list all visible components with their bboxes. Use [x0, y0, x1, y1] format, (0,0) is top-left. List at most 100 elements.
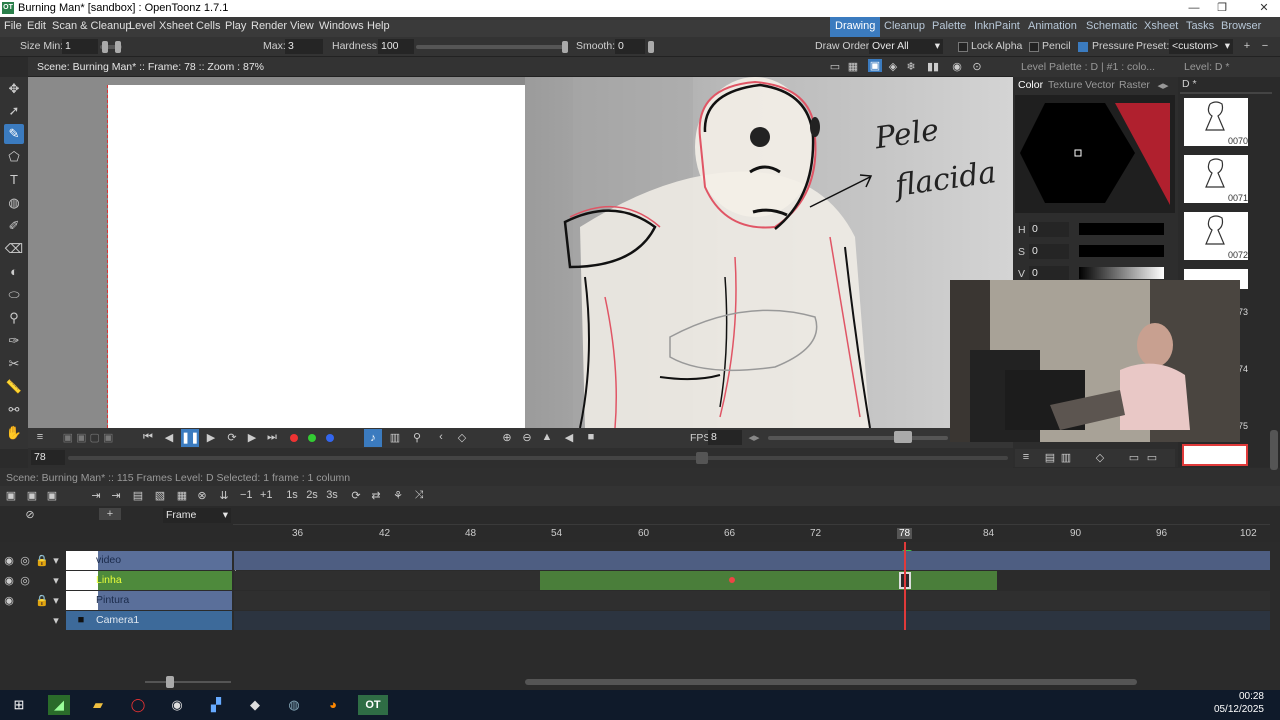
- step3-icon[interactable]: 3s: [326, 489, 338, 501]
- room-schematic[interactable]: Schematic: [1081, 17, 1142, 37]
- close-icon[interactable]: ✕: [1250, 0, 1278, 17]
- chevron-down-icon[interactable]: ▾: [51, 594, 61, 607]
- skeleton-tool-icon[interactable]: ⚯: [4, 400, 24, 420]
- zoom-icon[interactable]: ⚲: [410, 431, 424, 444]
- tab-color[interactable]: Color: [1018, 79, 1043, 91]
- menu-file[interactable]: File: [4, 20, 22, 32]
- level-frame-thumb[interactable]: [1184, 98, 1248, 136]
- size-max-handle[interactable]: [115, 41, 121, 53]
- current-frame-field[interactable]: 78: [31, 450, 65, 465]
- autoexpose-icon[interactable]: ⊗: [196, 489, 208, 502]
- room-drawing[interactable]: Drawing: [830, 17, 881, 37]
- tab-vector[interactable]: Vector: [1085, 79, 1115, 91]
- room-tasks[interactable]: Tasks: [1181, 17, 1219, 37]
- toggle-orientation-icon[interactable]: ⊘: [22, 508, 38, 521]
- file-explorer-icon[interactable]: ▰: [87, 695, 109, 715]
- random-icon[interactable]: ▦: [176, 489, 188, 502]
- value-slider[interactable]: [1079, 267, 1164, 279]
- column-header-camera[interactable]: [66, 611, 232, 630]
- krita-icon[interactable]: ▞: [205, 695, 227, 715]
- swap-icon[interactable]: ⇄: [370, 489, 382, 502]
- add-preset-icon[interactable]: +: [1240, 40, 1254, 52]
- animate-tool-icon[interactable]: ✥: [4, 79, 24, 99]
- blue-channel-icon[interactable]: [326, 434, 334, 442]
- step2-icon[interactable]: 2s: [306, 489, 318, 501]
- lock-alpha-checkbox[interactable]: [958, 42, 968, 52]
- camstand-visible-icon[interactable]: ◎: [19, 574, 31, 587]
- zoom-slider[interactable]: [145, 681, 231, 683]
- new-toonz-raster-icon[interactable]: ▣: [26, 489, 38, 502]
- saturation-slider[interactable]: [1079, 245, 1164, 257]
- first-frame-icon[interactable]: ⏮: [141, 431, 155, 444]
- max-field[interactable]: 3: [285, 39, 323, 54]
- pencil-checkbox[interactable]: [1029, 42, 1039, 52]
- fps-field[interactable]: 8: [708, 430, 742, 445]
- flip-icon[interactable]: ▲: [540, 431, 554, 443]
- preview-visible-icon[interactable]: ◉: [3, 574, 15, 587]
- smooth-handle[interactable]: [648, 41, 654, 53]
- windows-start-icon[interactable]: ⊞: [8, 695, 30, 715]
- nvidia-icon[interactable]: ◢: [48, 695, 70, 715]
- control-point-editor-icon[interactable]: ✑: [4, 331, 24, 351]
- menu-play[interactable]: Play: [225, 20, 246, 32]
- reframe-icon[interactable]: ⇥: [90, 489, 102, 502]
- camera-view-icon[interactable]: ▣: [868, 59, 882, 72]
- hand-tool-icon[interactable]: ✋: [4, 423, 24, 443]
- frame-slider[interactable]: [68, 456, 1008, 460]
- step-icon[interactable]: ⇊: [218, 489, 230, 502]
- restore-icon[interactable]: ❐: [1208, 0, 1236, 17]
- room-browser[interactable]: Browser: [1216, 17, 1266, 37]
- tab-texture[interactable]: Texture: [1048, 79, 1082, 91]
- menu-help[interactable]: Help: [367, 20, 390, 32]
- style-picker-icon[interactable]: ⬭: [4, 285, 24, 305]
- eraser-tool-icon[interactable]: ⌫: [4, 239, 24, 259]
- menu-view[interactable]: View: [290, 20, 314, 32]
- steam-icon[interactable]: ◍: [283, 695, 305, 715]
- viewer-canvas[interactable]: Pele flacida: [28, 77, 1013, 428]
- fill-tool-icon[interactable]: ◍: [4, 193, 24, 213]
- app-icon[interactable]: ◆: [244, 695, 266, 715]
- ruler-tool-icon[interactable]: 📏: [4, 377, 24, 397]
- grid-icon[interactable]: ▦: [846, 60, 860, 73]
- decrease-step-icon[interactable]: −1: [240, 489, 253, 501]
- chevron-down-icon[interactable]: ▾: [51, 614, 61, 627]
- new-raster-level-icon[interactable]: ▣: [46, 489, 58, 502]
- preview-eye-icon[interactable]: ◉: [950, 60, 964, 73]
- lock-icon[interactable]: 🔒: [35, 554, 49, 567]
- color-hexagon[interactable]: [1015, 95, 1175, 213]
- zoom-out-icon[interactable]: ⊖: [520, 431, 534, 444]
- sound-icon[interactable]: ♪: [364, 429, 382, 447]
- smooth-field[interactable]: 0: [615, 39, 645, 54]
- menu-windows[interactable]: Windows: [319, 20, 364, 32]
- room-palette[interactable]: Palette: [927, 17, 971, 37]
- menu-scan-cleanup[interactable]: Scan & Cleanup: [52, 20, 132, 32]
- frame-mode-select[interactable]: Frame ▾: [163, 508, 231, 523]
- size-min-field[interactable]: 1: [62, 39, 98, 54]
- preview-visible-icon[interactable]: ◉: [3, 594, 15, 607]
- subcamera-icon[interactable]: ⊙: [970, 60, 984, 73]
- hardness-handle[interactable]: [562, 41, 568, 53]
- stop-icon[interactable]: ■: [584, 431, 598, 443]
- rollup-icon[interactable]: ⟳: [350, 489, 362, 502]
- level-frame-thumb[interactable]: [1184, 155, 1248, 193]
- menu-render[interactable]: Render: [251, 20, 287, 32]
- reverse-icon[interactable]: ▤: [132, 489, 144, 502]
- prev-key-icon[interactable]: ‹: [434, 431, 448, 443]
- vertical-scrollbar[interactable]: [1270, 430, 1278, 470]
- chevron-down-icon[interactable]: ▾: [51, 554, 61, 567]
- preset-select[interactable]: <custom> ▾: [1169, 39, 1233, 54]
- value-field[interactable]: 0: [1029, 266, 1069, 281]
- brush-tool-icon[interactable]: ✎: [4, 124, 24, 144]
- pause-button[interactable]: ❚❚: [181, 429, 199, 447]
- lock-icon[interactable]: 🔒: [35, 594, 49, 607]
- rgb-picker-icon[interactable]: ⚲: [4, 308, 24, 328]
- loop-icon[interactable]: ⟳: [225, 431, 239, 444]
- prev-frame-icon[interactable]: ◀: [162, 431, 176, 444]
- lock-palette-icon[interactable]: ▭: [1145, 451, 1159, 464]
- camstand-visible-icon[interactable]: ◎: [19, 554, 31, 567]
- draw-order-select[interactable]: Over All ▾: [869, 39, 943, 54]
- hardness-slider[interactable]: [416, 45, 568, 49]
- last-frame-icon[interactable]: ⏭: [265, 431, 279, 444]
- hue-field[interactable]: 0: [1029, 222, 1069, 237]
- room-animation[interactable]: Animation: [1023, 17, 1082, 37]
